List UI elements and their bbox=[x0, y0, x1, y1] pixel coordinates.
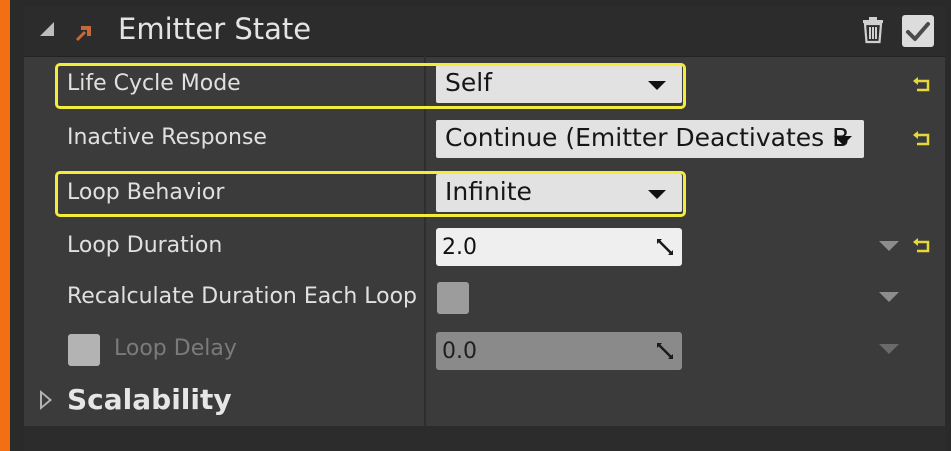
emitter-icon bbox=[75, 26, 91, 42]
checkmark-icon bbox=[906, 22, 930, 41]
drag-resize-icon[interactable] bbox=[655, 341, 675, 361]
loop-delay-input[interactable]: 0.0 bbox=[436, 332, 682, 370]
bottom-strip bbox=[24, 426, 945, 451]
loop-delay-label: Loop Delay bbox=[114, 336, 237, 361]
recalculate-duration-label: Recalculate Duration Each Loop bbox=[67, 284, 418, 309]
trash-icon[interactable] bbox=[860, 16, 886, 44]
inactive-response-value: Continue (Emitter Deactivates B bbox=[445, 123, 850, 152]
loop-duration-value: 2.0 bbox=[442, 235, 477, 260]
reset-to-default-icon[interactable] bbox=[912, 237, 932, 255]
accent-bar bbox=[0, 0, 10, 451]
collapse-arrow-icon[interactable] bbox=[40, 22, 54, 36]
section-title: Emitter State bbox=[118, 12, 312, 46]
highlight-box-loop-behavior bbox=[55, 171, 686, 217]
dropdown-arrow-icon[interactable] bbox=[879, 344, 899, 354]
scalability-section-label[interactable]: Scalability bbox=[67, 383, 232, 416]
inactive-response-label: Inactive Response bbox=[67, 125, 267, 150]
inactive-response-dropdown[interactable]: Continue (Emitter Deactivates B bbox=[436, 120, 864, 158]
loop-delay-value: 0.0 bbox=[442, 339, 477, 364]
dropdown-caret-icon bbox=[834, 136, 852, 145]
reset-to-default-icon[interactable] bbox=[912, 130, 932, 148]
dropdown-arrow-icon[interactable] bbox=[879, 292, 899, 302]
drag-resize-icon[interactable] bbox=[655, 237, 675, 257]
loop-duration-input[interactable]: 2.0 bbox=[436, 228, 682, 266]
column-divider bbox=[424, 56, 426, 426]
expand-arrow-icon[interactable] bbox=[40, 390, 52, 410]
enable-checkbox[interactable] bbox=[902, 15, 934, 47]
dropdown-arrow-icon[interactable] bbox=[879, 241, 899, 251]
recalculate-duration-checkbox[interactable] bbox=[437, 282, 469, 314]
loop-duration-label: Loop Duration bbox=[67, 233, 223, 258]
highlight-box-life-cycle-mode bbox=[55, 63, 686, 109]
loop-delay-enable-checkbox[interactable] bbox=[68, 334, 100, 366]
reset-to-default-icon[interactable] bbox=[912, 76, 932, 94]
